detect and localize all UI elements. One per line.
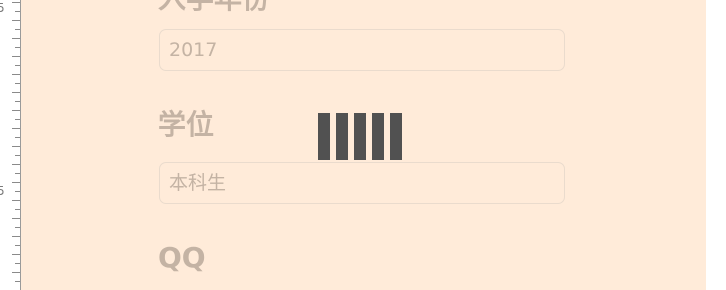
ruler-tick <box>12 128 20 129</box>
ruler-tick <box>15 281 20 282</box>
loading-bar <box>318 113 330 160</box>
ruler-tick <box>15 83 20 84</box>
degree-input[interactable] <box>159 162 565 204</box>
ruler-tick <box>12 146 20 147</box>
field-label-qq: QQ <box>158 241 206 274</box>
ruler-tick <box>15 101 20 102</box>
ruler-tick <box>12 272 20 273</box>
ruler-tick <box>12 164 20 165</box>
ruler-tick <box>12 254 20 255</box>
ruler-tick <box>15 47 20 48</box>
loading-bar <box>336 113 348 160</box>
ruler-tick <box>15 263 20 264</box>
field-label-enrollment-year: 入学年份 <box>158 0 270 15</box>
ruler-tick <box>15 65 20 66</box>
ruler-label: 5 <box>0 2 5 14</box>
ruler-tick <box>15 227 20 228</box>
ruler-tick <box>15 29 20 30</box>
ruler-tick <box>12 218 20 219</box>
ruler-tick <box>12 182 20 183</box>
ruler-label: 5 <box>0 185 5 197</box>
ruler-tick <box>15 119 20 120</box>
ruler-tick <box>15 155 20 156</box>
ruler-tick <box>15 173 20 174</box>
ruler-tick <box>15 209 20 210</box>
ruler-tick <box>12 110 20 111</box>
ruler-tick <box>12 2 20 3</box>
ruler-tick <box>15 245 20 246</box>
loading-spinner <box>318 113 408 160</box>
ruler-tick <box>12 38 20 39</box>
ruler-tick <box>12 20 20 21</box>
loading-bar <box>354 113 366 160</box>
loading-bar <box>390 113 402 160</box>
window-right-edge <box>706 0 726 290</box>
enrollment-year-input[interactable] <box>159 29 565 71</box>
ruler-tick <box>15 137 20 138</box>
ruler-tick <box>15 11 20 12</box>
vertical-ruler: 5 5 <box>0 0 21 290</box>
loading-bar <box>372 113 384 160</box>
ruler-tick <box>12 74 20 75</box>
ruler-tick <box>12 236 20 237</box>
ruler-tick <box>12 56 20 57</box>
ruler-tick <box>12 200 20 201</box>
ruler-tick <box>15 191 20 192</box>
ruler-tick <box>12 92 20 93</box>
field-label-degree: 学位 <box>158 108 215 141</box>
